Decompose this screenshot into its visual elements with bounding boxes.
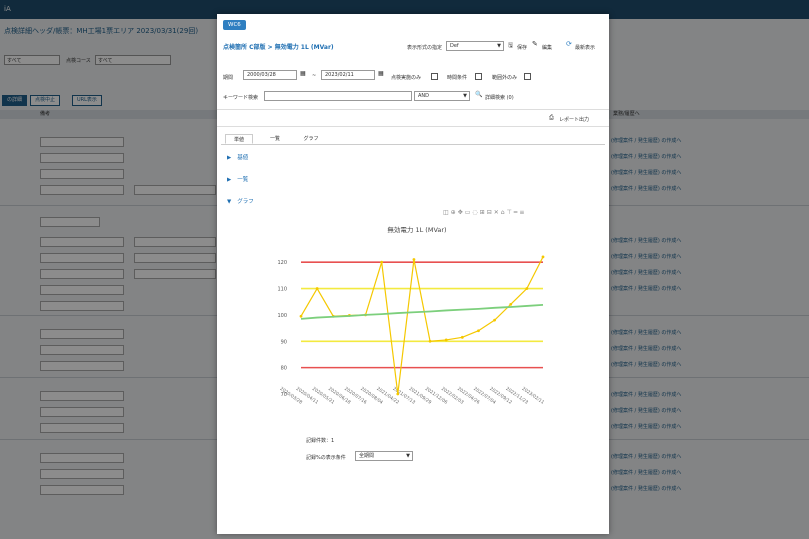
section-list-label: 一覧	[237, 177, 249, 183]
date-to-input[interactable]: 2023/02/11	[321, 70, 375, 80]
display-format-value: Def	[450, 43, 459, 49]
y-tick-label: 100	[277, 313, 287, 319]
line-chart: 無効電力 1L (MVar) 708090100110120 2020/03/2…	[277, 225, 546, 406]
data-point	[380, 260, 384, 264]
display-condition-select[interactable]: 全期間 ▼	[355, 451, 413, 461]
divider	[217, 109, 609, 110]
series-line	[300, 256, 544, 395]
caret-right-icon: ▶	[227, 177, 232, 183]
data-point	[541, 255, 545, 259]
display-condition-value: 全期間	[359, 453, 375, 459]
save-icon: 🖫	[508, 42, 514, 49]
section-graph-label: グラフ	[237, 199, 254, 205]
checkbox-time[interactable]	[475, 73, 482, 80]
chevron-down-icon: ▼	[497, 43, 501, 49]
section-basic[interactable]: ▶ 基値	[227, 153, 248, 161]
keyword-label: キーワード検索	[223, 95, 259, 101]
record-count: 記録件数：1	[306, 438, 335, 444]
y-tick-label: 90	[281, 339, 287, 345]
save-button[interactable]: 保存	[517, 44, 527, 51]
keyword-input[interactable]	[264, 91, 412, 101]
detail-search-button[interactable]: 詳細検索 (0)	[485, 94, 514, 101]
edit-button[interactable]: 編集	[542, 44, 552, 51]
data-point	[412, 258, 416, 261]
modal-badge: WC6	[223, 20, 246, 30]
y-tick-label: 120	[277, 260, 287, 266]
chevron-down-icon: ▼	[463, 93, 467, 99]
edit-icon: ✎	[532, 40, 538, 48]
y-axis: 708090100110120	[277, 260, 287, 398]
chart-title: 無効電力 1L (MVar)	[387, 225, 446, 234]
refresh-icon: ⟳	[566, 40, 572, 48]
caret-down-icon: ▼	[227, 199, 232, 205]
y-tick-label: 80	[281, 366, 287, 372]
checkbox-time-label: 時間条件	[447, 75, 468, 81]
data-point	[493, 318, 496, 322]
section-graph[interactable]: ▼ グラフ	[227, 197, 254, 205]
chart-modal: WC6 点検箇所 C部版 > 無効電力 1L (MVar) 表示形式の指定 De…	[217, 14, 609, 534]
data-point	[428, 339, 432, 343]
data-point	[315, 287, 319, 290]
data-point	[444, 338, 448, 342]
date-from-input[interactable]: 2000/03/28	[243, 70, 297, 80]
data-point	[525, 287, 529, 290]
data-point	[460, 335, 464, 339]
calendar-icon[interactable]: ▦	[378, 70, 384, 77]
checkbox-outofrange-label: 範囲外のみ	[492, 75, 518, 81]
view-tabs: 単値 一覧 グラフ	[221, 134, 605, 145]
divider	[217, 126, 609, 127]
x-axis: 2020/03/282020/04/112020/05/212020/06/18…	[279, 386, 546, 406]
modal-breadcrumb: 点検箇所 C部版 > 無効電力 1L (MVar)	[223, 44, 334, 51]
chevron-down-icon: ▼	[406, 453, 410, 459]
checkbox-inspected-label: 点検実施のみ	[391, 75, 422, 81]
section-basic-label: 基値	[237, 155, 249, 161]
data-point	[509, 302, 513, 306]
refresh-button[interactable]: 最新表示	[575, 44, 595, 51]
display-condition-label: 記録%の表示条件	[306, 455, 346, 461]
range-separator: ~	[312, 73, 317, 79]
display-format-label: 表示形式の指定	[407, 45, 443, 51]
trend-line	[300, 303, 544, 320]
tab-list[interactable]: 一覧	[261, 134, 289, 144]
checkbox-inspected[interactable]	[431, 73, 438, 80]
data-point	[477, 329, 480, 333]
display-format-select[interactable]: Def ▼	[446, 41, 504, 51]
tab-graph[interactable]: グラフ	[297, 134, 325, 144]
checkbox-outofrange[interactable]	[524, 73, 531, 80]
print-icon: ⎙	[549, 114, 554, 121]
caret-right-icon: ▶	[227, 155, 232, 161]
data-point	[396, 392, 400, 396]
logic-value: AND	[418, 93, 430, 99]
logic-select[interactable]: AND ▼	[414, 91, 470, 101]
series-group	[299, 255, 545, 396]
data-point	[299, 314, 303, 318]
search-icon: 🔍	[475, 91, 483, 98]
threshold-lines	[301, 261, 543, 369]
y-tick-label: 110	[277, 287, 287, 293]
calendar-icon[interactable]: ▦	[300, 70, 306, 77]
section-list[interactable]: ▶ 一覧	[227, 175, 248, 183]
report-output-button[interactable]: レポート出力	[559, 116, 589, 123]
tab-single[interactable]: 単値	[225, 134, 253, 144]
period-label: 期間	[223, 75, 234, 81]
